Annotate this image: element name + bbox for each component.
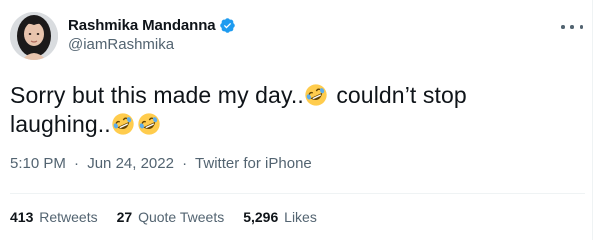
tweet-stats: 413 Retweets 27 Quote Tweets 5,296 Likes [10,209,336,225]
user-handle[interactable]: @iamRashmika [68,36,236,53]
avatar[interactable] [10,12,58,60]
meta-separator: · [74,155,80,172]
display-name[interactable]: Rashmika Mandanna [68,17,216,34]
tweet-time[interactable]: 5:10 PM [10,155,66,172]
avatar-image [10,12,58,60]
quote-tweets-stat[interactable]: 27 Quote Tweets [117,209,225,225]
tweet-card: Rashmika Mandanna @iamRashmika Sorry but… [0,0,593,240]
tweet-source[interactable]: Twitter for iPhone [195,155,312,172]
rofl-emoji-icon [305,84,327,106]
likes-count: 5,296 [243,209,279,225]
rofl-emoji-icon [112,113,134,135]
divider [10,193,585,194]
tweet-header: Rashmika Mandanna @iamRashmika [10,12,585,62]
likes-label: Likes [284,209,317,225]
verified-badge-icon [219,17,236,34]
retweets-stat[interactable]: 413 Retweets [10,209,98,225]
retweets-count: 413 [10,209,34,225]
tweet-text-part1: Sorry but this made my day.. [10,82,304,108]
likes-stat[interactable]: 5,296 Likes [243,209,317,225]
retweets-label: Retweets [39,209,98,225]
more-options-icon[interactable] [561,20,583,34]
author-names: Rashmika Mandanna @iamRashmika [68,15,236,53]
quote-tweets-label: Quote Tweets [138,209,225,225]
tweet-meta: 5:10 PM · Jun 24, 2022 · Twitter for iPh… [10,155,312,172]
tweet-text: Sorry but this made my day.. couldn’t st… [10,81,570,139]
rofl-emoji-icon [138,113,160,135]
meta-separator: · [182,155,188,172]
tweet-date[interactable]: Jun 24, 2022 [87,155,174,172]
display-name-row: Rashmika Mandanna [68,15,236,35]
quote-tweets-count: 27 [116,209,133,225]
